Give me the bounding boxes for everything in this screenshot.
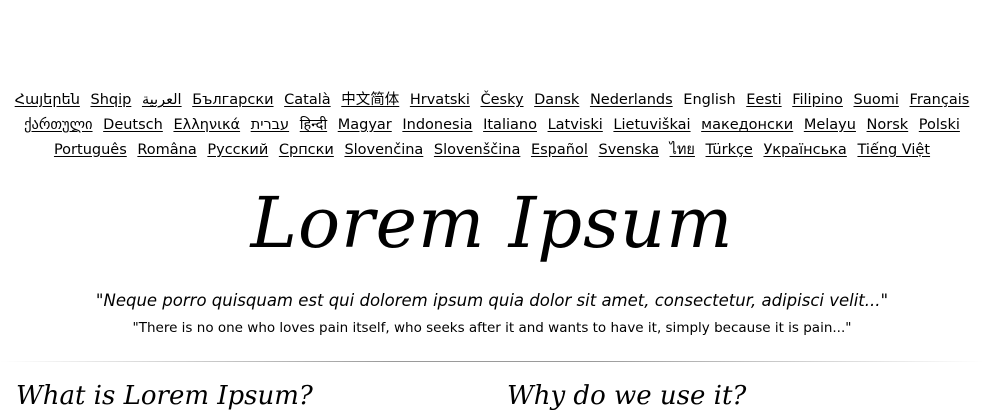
language-link[interactable]: Melayu	[804, 117, 856, 133]
language-link[interactable]: Slovenščina	[434, 142, 520, 158]
language-link: English	[683, 92, 736, 108]
language-row: Հայերեն Shqip العربية Български Català 中…	[0, 88, 984, 113]
language-row: ქართული Deutsch Ελληνικά עברית हिन्दी Ma…	[0, 113, 984, 138]
language-link[interactable]: Հայերեն	[15, 92, 80, 108]
english-quote: "There is no one who loves pain itself, …	[132, 320, 852, 336]
language-link[interactable]: Español	[531, 142, 588, 158]
language-link[interactable]: Tiếng Việt	[857, 142, 930, 158]
language-link[interactable]: Filipino	[792, 92, 843, 108]
language-link[interactable]: Deutsch	[103, 117, 163, 133]
language-link[interactable]: Français	[910, 92, 970, 108]
language-link[interactable]: Português	[54, 142, 127, 158]
site-logo: Lorem Ipsum	[250, 182, 734, 264]
language-link[interactable]: Hrvatski	[410, 92, 470, 108]
language-link[interactable]: हिन्दी	[300, 117, 327, 133]
language-link[interactable]: Српски	[279, 142, 334, 158]
language-bar: Հայերեն Shqip العربية Български Català 中…	[0, 88, 984, 163]
language-row: Português Româna Pyccкий Српски Slovenči…	[0, 138, 984, 163]
language-link[interactable]: македонски	[701, 117, 793, 133]
language-link[interactable]: 中文简体	[341, 92, 399, 108]
language-link[interactable]: Lietuviškai	[613, 117, 690, 133]
language-link[interactable]: Shqip	[91, 92, 132, 108]
language-link[interactable]: Nederlands	[590, 92, 673, 108]
language-link[interactable]: Indonesia	[402, 117, 472, 133]
language-link[interactable]: Български	[192, 92, 273, 108]
language-link[interactable]: Norsk	[867, 117, 909, 133]
language-link[interactable]: Italiano	[483, 117, 537, 133]
language-link[interactable]: Türkçe	[706, 142, 753, 158]
language-link[interactable]: Slovenčina	[344, 142, 423, 158]
what-is-lorem-ipsum-heading: What is Lorem Ipsum?	[16, 381, 313, 411]
language-link[interactable]: العربية	[142, 92, 182, 108]
language-link[interactable]: ქართული	[24, 117, 92, 133]
section-divider	[0, 361, 984, 362]
language-link[interactable]: Latviski	[548, 117, 603, 133]
language-link[interactable]: Magyar	[338, 117, 392, 133]
language-link[interactable]: Româna	[137, 142, 196, 158]
why-use-it-heading: Why do we use it?	[507, 381, 747, 411]
language-link[interactable]: Català	[284, 92, 331, 108]
language-link[interactable]: ไทย	[670, 142, 695, 158]
language-link[interactable]: Česky	[480, 92, 523, 108]
language-link[interactable]: Polski	[919, 117, 960, 133]
language-link[interactable]: Eesti	[746, 92, 781, 108]
language-link[interactable]: Ελληνικά	[173, 117, 240, 133]
language-link[interactable]: עברית	[251, 117, 289, 133]
language-link[interactable]: Dansk	[534, 92, 579, 108]
language-link[interactable]: Suomi	[854, 92, 899, 108]
language-link[interactable]: Svenska	[598, 142, 658, 158]
language-link[interactable]: Українська	[763, 142, 846, 158]
language-link[interactable]: Pyccкий	[207, 142, 268, 158]
latin-quote: "Neque porro quisquam est qui dolorem ip…	[95, 291, 889, 310]
